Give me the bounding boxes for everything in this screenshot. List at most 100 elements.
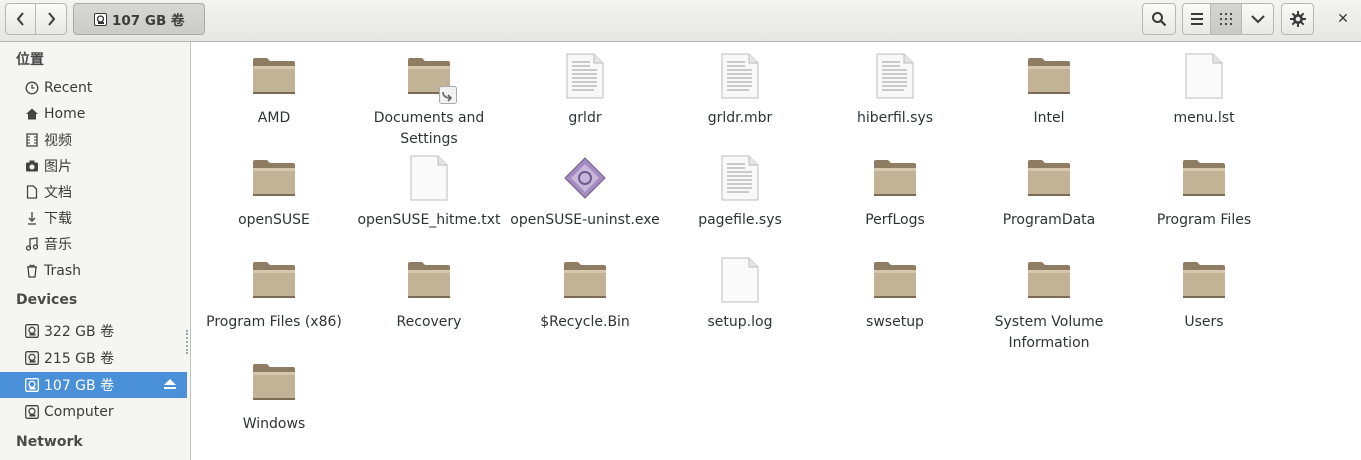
folder-icon [871, 154, 919, 202]
sidebar-item-pictures[interactable]: 图片 [0, 153, 187, 179]
chevron-down-icon [1250, 15, 1265, 24]
list-view-button[interactable] [1182, 3, 1211, 35]
sidebar-item-label: 音乐 [44, 237, 72, 253]
settings-button[interactable] [1281, 3, 1314, 35]
file-item-opensuse-hitme[interactable]: openSUSE_hitme.txt [354, 154, 504, 231]
places-heading: 位置 [16, 52, 44, 68]
file-item-program-files[interactable]: Program Files [1129, 154, 1279, 231]
file-name: swsetup [866, 314, 924, 330]
blank-file-icon [1180, 52, 1228, 100]
file-name: menu.lst [1173, 110, 1235, 126]
folder-icon [250, 52, 298, 100]
file-name: Recovery [396, 314, 462, 330]
eject-icon[interactable] [163, 377, 177, 395]
sidebar-item-label: 下载 [44, 211, 72, 227]
file-item-recovery[interactable]: Recovery [354, 256, 504, 333]
folder-icon [1180, 256, 1228, 304]
sidebar-item-drive-322[interactable]: 322 GB 卷 [0, 318, 187, 344]
file-name: hiberfil.sys [856, 110, 934, 126]
text-file-icon [716, 52, 764, 100]
sidebar-item-drive-107[interactable]: 107 GB 卷 [0, 372, 187, 398]
file-item-hiberfil[interactable]: hiberfil.sys [820, 52, 970, 129]
file-item-menu-lst[interactable]: menu.lst [1129, 52, 1279, 129]
path-bar-button[interactable]: 107 GB 卷 [73, 3, 205, 35]
trash-icon [24, 264, 39, 279]
folder-icon [1025, 52, 1073, 100]
view-switcher [1182, 3, 1274, 35]
network-heading: Network [16, 434, 83, 450]
sidebar-item-drive-215[interactable]: 215 GB 卷 [0, 345, 187, 371]
blank-file-icon [716, 256, 764, 304]
sidebar-item-music[interactable]: 音乐 [0, 231, 187, 257]
file-item-pagefile[interactable]: pagefile.sys [665, 154, 815, 231]
folder-icon [1180, 154, 1228, 202]
file-name: System Volume Information [994, 314, 1104, 351]
sidebar-item-label: 文档 [44, 185, 72, 201]
back-button[interactable] [5, 3, 36, 35]
sidebar-item-trash[interactable]: Trash [0, 258, 187, 284]
file-name: Windows [242, 416, 306, 432]
search-button[interactable] [1142, 3, 1176, 35]
file-item-windows[interactable]: Windows [199, 358, 349, 435]
sidebar: 位置 Recent Home 视频 图片 文档 下载 音乐 Trash Devi… [0, 42, 191, 460]
sidebar-item-computer[interactable]: Computer [0, 399, 187, 425]
file-item-setup-log[interactable]: setup.log [665, 256, 815, 333]
grid-icon [1220, 13, 1232, 25]
file-item-swsetup[interactable]: swsetup [820, 256, 970, 333]
forward-button[interactable] [35, 3, 67, 35]
sidebar-resize-handle[interactable] [186, 330, 188, 354]
drive-icon [94, 12, 107, 26]
close-button[interactable]: ✕ [1328, 4, 1358, 34]
sidebar-item-label: 322 GB 卷 [44, 324, 115, 340]
sidebar-item-label: 视频 [44, 133, 72, 149]
file-name: pagefile.sys [698, 212, 782, 228]
path-label: 107 GB 卷 [112, 13, 185, 29]
file-item-programdata[interactable]: ProgramData [974, 154, 1124, 231]
sidebar-item-label: 107 GB 卷 [44, 378, 115, 394]
sidebar-item-label: Recent [44, 80, 93, 96]
folder-icon [871, 256, 919, 304]
file-item-users[interactable]: Users [1129, 256, 1279, 333]
file-name: openSUSE_hitme.txt [357, 212, 501, 228]
file-name: Program Files [1156, 212, 1252, 228]
file-item-program-files-x86[interactable]: Program Files (x86) [199, 256, 349, 333]
close-icon: ✕ [1337, 11, 1349, 27]
view-menu-button[interactable] [1241, 3, 1274, 35]
sidebar-item-videos[interactable]: 视频 [0, 127, 187, 153]
chevron-left-icon [16, 12, 24, 26]
text-file-icon [561, 52, 609, 100]
camera-icon [24, 159, 39, 174]
file-item-opensuse[interactable]: openSUSE [199, 154, 349, 231]
file-item-grldr-mbr[interactable]: grldr.mbr [665, 52, 815, 129]
file-item-system-volume-information[interactable]: System Volume Information [974, 256, 1124, 354]
file-item-intel[interactable]: Intel [974, 52, 1124, 129]
file-item-grldr[interactable]: grldr [510, 52, 660, 129]
sidebar-item-home[interactable]: Home [0, 101, 187, 127]
drive-icon [24, 378, 39, 393]
header-bar: 107 GB 卷 ✕ [0, 0, 1361, 42]
file-item-opensuse-uninst[interactable]: openSUSE-uninst.exe [510, 154, 660, 231]
file-item-perflogs[interactable]: PerfLogs [820, 154, 970, 231]
file-name: openSUSE-uninst.exe [510, 212, 660, 228]
file-name: grldr [568, 110, 602, 126]
file-item-amd[interactable]: AMD [199, 52, 349, 129]
blank-file-icon [405, 154, 453, 202]
sidebar-item-documents[interactable]: 文档 [0, 179, 187, 205]
folder-icon [250, 256, 298, 304]
file-name: Intel [1033, 110, 1065, 126]
drive-icon [24, 351, 39, 366]
text-file-icon [716, 154, 764, 202]
grid-view-button[interactable] [1210, 3, 1242, 35]
clock-icon [24, 81, 39, 96]
file-name: PerfLogs [865, 212, 925, 228]
file-item-recycle-bin[interactable]: $Recycle.Bin [510, 256, 660, 333]
file-item-documents-and-settings[interactable]: Documents and Settings [354, 52, 504, 150]
file-name: ProgramData [1002, 212, 1096, 228]
sidebar-item-downloads[interactable]: 下载 [0, 205, 187, 231]
file-name: Users [1184, 314, 1224, 330]
sidebar-item-recent[interactable]: Recent [0, 75, 187, 101]
file-name: $Recycle.Bin [540, 314, 630, 330]
executable-icon [561, 154, 609, 202]
sidebar-item-label: Trash [44, 263, 81, 279]
sidebar-item-label: 图片 [44, 159, 72, 175]
